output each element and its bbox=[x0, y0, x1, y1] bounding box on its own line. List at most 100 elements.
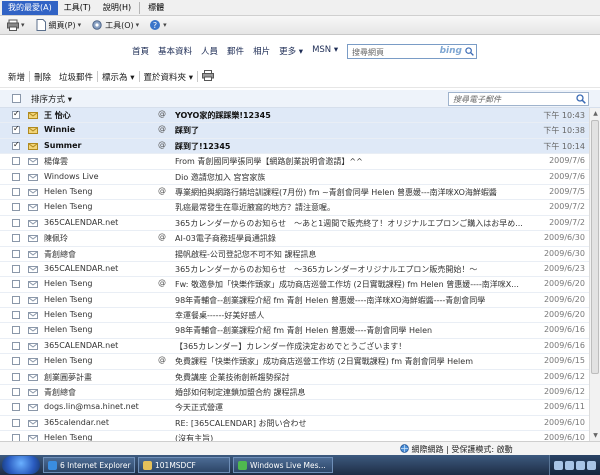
row-sender: Summer bbox=[44, 140, 82, 150]
message-row[interactable]: 創業圓夢計畫 免費講座 企業技術創新趨勢探討 2009/6/12 bbox=[0, 370, 589, 386]
scroll-down-arrow[interactable]: ▼ bbox=[591, 431, 600, 440]
row-checkbox[interactable] bbox=[12, 372, 20, 381]
message-row[interactable]: Helen Tseng @ 免費課程「快樂作頭家」成功商店巡營工作坊 (2日實戰課程… bbox=[0, 354, 589, 370]
row-checkbox[interactable] bbox=[12, 172, 20, 181]
tray-network-icon[interactable] bbox=[565, 460, 574, 470]
menu-tools[interactable]: 工具(T) bbox=[58, 1, 97, 15]
nav-people[interactable]: 人員 bbox=[201, 45, 218, 57]
message-row[interactable]: Windows Live Dio 邀請您加入 宮宮家族 2009/7/6 bbox=[0, 170, 589, 185]
row-checkbox[interactable] bbox=[12, 203, 20, 212]
search-icon[interactable] bbox=[465, 47, 474, 56]
message-row[interactable]: Helen Tseng 幸運餐桌------好美好感人 2009/6/20 bbox=[0, 308, 589, 324]
row-checkbox[interactable] bbox=[12, 341, 20, 350]
row-checkbox[interactable] bbox=[12, 295, 20, 304]
message-row[interactable]: 王 怡心 @ YOYO家的踩踩樂!12345 下午 10:43 bbox=[0, 108, 589, 124]
row-checkbox[interactable] bbox=[12, 140, 20, 150]
row-checkbox[interactable] bbox=[12, 280, 20, 289]
row-sender: 創業圓夢計畫 bbox=[44, 372, 92, 382]
row-checkbox[interactable] bbox=[12, 403, 20, 412]
row-date: 下午 10:38 bbox=[543, 126, 585, 136]
message-row[interactable]: 青創總會 婚部如何制定連鎖加盟合約 課程訊息 2009/6/12 bbox=[0, 385, 589, 401]
menu-extra[interactable]: 標體 bbox=[142, 1, 170, 15]
menu-separator bbox=[139, 1, 141, 14]
taskbar-messenger-label: Windows Live Mes... bbox=[250, 460, 326, 470]
sort-by-button[interactable]: 排序方式 ▾ bbox=[31, 93, 72, 105]
tray-volume-icon[interactable] bbox=[576, 460, 585, 470]
nav-profile[interactable]: 基本資料 bbox=[158, 45, 192, 57]
message-row[interactable]: Helen Tseng 乳癌最常發生在靠近腋窩的地方？請注意喔。 2009/7/2 bbox=[0, 200, 589, 216]
junk-button[interactable]: 垃圾郵件 bbox=[55, 71, 97, 83]
message-row[interactable]: 365CALENDAR.net 365カレンダーからのお知らせ ～365カレンダー… bbox=[0, 262, 589, 278]
system-tray bbox=[549, 455, 600, 475]
home-button[interactable]: ▾ bbox=[4, 19, 28, 31]
start-button[interactable] bbox=[2, 456, 40, 474]
row-checkbox[interactable] bbox=[12, 157, 20, 166]
message-row[interactable]: Winnie @ 踩到了 下午 10:38 bbox=[0, 123, 589, 139]
row-checkbox[interactable] bbox=[12, 124, 20, 135]
message-row[interactable]: 陳佩玲 @ AI-03電子商務班學員通訊錄 2009/6/30 bbox=[0, 231, 589, 247]
new-button[interactable]: 新增 bbox=[4, 71, 29, 83]
select-all-checkbox[interactable] bbox=[12, 94, 21, 103]
scroll-thumb[interactable] bbox=[591, 120, 599, 374]
nav-more-label: 更多 bbox=[279, 47, 297, 57]
message-row[interactable]: Helen Tseng @ Fw: 敬邀參加「快樂作頭家」成功商店巡營工作坊 (2日… bbox=[0, 277, 589, 293]
help-button[interactable]: ? ▾ bbox=[146, 19, 170, 31]
message-row[interactable]: 楊偉雲 From 青創國同學張同學【網路創業說明會邀請】^^ 2009/7/6 bbox=[0, 154, 589, 170]
row-subject: 婚部如何制定連鎖加盟合約 課程訊息 bbox=[175, 388, 306, 398]
nav-photos[interactable]: 相片 bbox=[253, 45, 270, 57]
row-subject: 【365カレンダー】カレンダー作成決定おめでとうございます！ bbox=[175, 341, 407, 351]
menu-help[interactable]: 說明(H) bbox=[97, 1, 137, 15]
nav-home[interactable]: 首頁 bbox=[132, 45, 149, 57]
row-checkbox[interactable] bbox=[12, 326, 20, 335]
row-checkbox[interactable] bbox=[12, 218, 20, 227]
row-checkbox[interactable] bbox=[12, 311, 20, 320]
message-row[interactable]: Helen Tseng 98年青輔會--創業課程介紹 fm 青創 Helen 曾惠… bbox=[0, 323, 589, 339]
row-date: 2009/6/30 bbox=[543, 248, 585, 258]
message-row[interactable]: 365calendar.net RE: [365CALENDAR] お問い合わせ 2… bbox=[0, 416, 589, 432]
row-checkbox[interactable] bbox=[12, 249, 20, 258]
mail-search-box[interactable]: 搜尋電子郵件 bbox=[448, 92, 589, 106]
read-envelope-icon bbox=[28, 281, 38, 289]
row-checkbox[interactable] bbox=[12, 418, 20, 427]
row-checkbox[interactable] bbox=[12, 388, 20, 397]
taskbar-messenger-button[interactable]: Windows Live Mes... bbox=[233, 457, 333, 473]
nav-msn[interactable]: MSN ▾ bbox=[312, 45, 338, 57]
row-sender: 365CALENDAR.net bbox=[44, 217, 119, 227]
row-subject: 幸運餐桌------好美好感人 bbox=[175, 311, 265, 321]
row-checkbox[interactable] bbox=[12, 234, 20, 243]
message-row[interactable]: Summer @ 踩到了!12345 下午 10:14 bbox=[0, 138, 589, 155]
row-sender: 365CALENDAR.net bbox=[44, 340, 119, 350]
nav-mail[interactable]: 郵件 bbox=[227, 45, 244, 57]
taskbar-folder-button[interactable]: 101MSDCF bbox=[138, 457, 230, 473]
message-row[interactable]: Helen Tseng 98年青輔會--創業課程介紹 fm 青創 Helen 曾惠… bbox=[0, 293, 589, 309]
message-row[interactable]: Helen Tseng @ 專業網拍與網路行銷培訓課程(7月份) fm ~青創會同學… bbox=[0, 185, 589, 201]
menu-bar: 我的最愛(A) 工具(T) 說明(H) 標體 bbox=[0, 0, 600, 16]
row-checkbox[interactable] bbox=[12, 357, 20, 366]
row-checkbox[interactable] bbox=[12, 264, 20, 273]
tray-language-icon[interactable] bbox=[554, 460, 563, 470]
print-button[interactable] bbox=[198, 69, 218, 84]
page-menu-button[interactable]: 網頁(P) ▾ bbox=[32, 19, 85, 31]
row-checkbox[interactable] bbox=[12, 109, 20, 119]
row-subject: 揚帆啟程-公司登記您不可不知 課程訊息 bbox=[175, 249, 317, 259]
message-row[interactable]: 365CALENDAR.net 【365カレンダー】カレンダー作成決定おめでとうご… bbox=[0, 339, 589, 355]
taskbar-ie-button[interactable]: 6 Internet Explorer bbox=[43, 457, 135, 473]
move-to-label: 置於資料夾 bbox=[143, 72, 187, 83]
row-sender: Windows Live bbox=[44, 171, 99, 181]
message-row[interactable]: 365CALENDAR.net 365カレンダーからのお知らせ ～あと1週間で販売… bbox=[0, 216, 589, 232]
web-search-box[interactable]: 搜尋網頁 bing bbox=[347, 44, 477, 59]
move-to-button[interactable]: 置於資料夾 ▾ bbox=[140, 71, 197, 83]
menu-favorites[interactable]: 我的最愛(A) bbox=[2, 0, 58, 15]
scrollbar[interactable]: ▲ ▼ bbox=[589, 108, 600, 441]
tools-menu-button[interactable]: 工具(O) ▾ bbox=[88, 19, 142, 31]
search-icon[interactable] bbox=[576, 94, 586, 104]
nav-more[interactable]: 更多 ▾ bbox=[279, 45, 303, 57]
row-date: 下午 10:14 bbox=[543, 141, 585, 151]
mark-as-button[interactable]: 標示為 ▾ bbox=[98, 71, 138, 83]
message-row[interactable]: 青創總會 揚帆啟程-公司登記您不可不知 課程訊息 2009/6/30 bbox=[0, 247, 589, 262]
scroll-up-arrow[interactable]: ▲ bbox=[591, 109, 600, 118]
tray-messenger-icon[interactable] bbox=[587, 460, 596, 470]
row-checkbox[interactable] bbox=[12, 187, 20, 196]
message-row[interactable]: dogs.lin@msa.hinet.net 今天正式營運 2009/6/11 bbox=[0, 400, 589, 416]
delete-button[interactable]: 刪除 bbox=[30, 71, 55, 83]
